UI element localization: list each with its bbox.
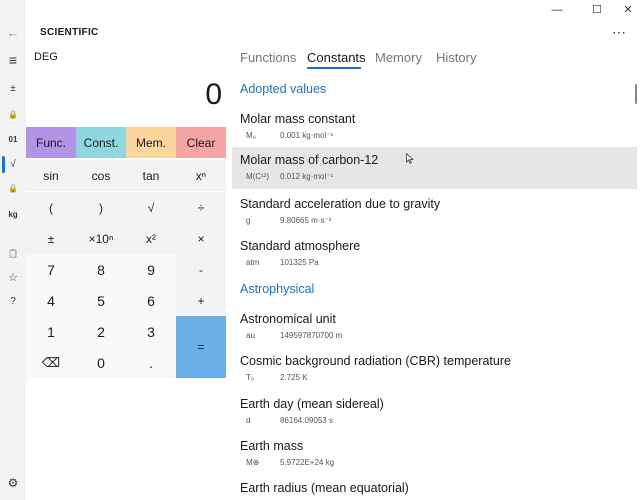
tab-history[interactable]: History — [436, 50, 476, 65]
settings-icon[interactable]: ⚙ — [0, 474, 26, 492]
constant-item[interactable]: Earth day (mean sidereal) d 86164.09053 … — [232, 394, 637, 436]
backspace-icon[interactable]: ⌫ — [26, 347, 76, 378]
constant-symbol: T₀ — [246, 373, 255, 382]
rail-sqrt[interactable]: √ — [0, 156, 26, 174]
help-icon[interactable]: ? — [0, 293, 26, 311]
digit-1-button[interactable]: 1 — [26, 316, 76, 347]
digit-4-button[interactable]: 4 — [26, 285, 76, 316]
constant-value: 149597870700 m — [280, 331, 343, 340]
close-icon[interactable]: ✕ — [616, 2, 640, 18]
result-display: 0 — [205, 78, 222, 111]
const-button[interactable]: Const. — [76, 127, 126, 158]
clipboard-icon[interactable]: 📋 — [0, 245, 26, 263]
power-button[interactable]: xⁿ — [176, 160, 226, 191]
constant-value: 5.9722E+24 kg — [280, 458, 335, 467]
hamburger-menu-icon[interactable]: ≡ — [0, 51, 26, 69]
constant-value: 0.001 kg·mol⁻¹ — [280, 131, 334, 140]
constant-name: Cosmic background radiation (CBR) temper… — [240, 354, 511, 368]
mode-title: SCIENTIFIC — [40, 27, 99, 38]
open-paren-button[interactable]: ( — [26, 192, 76, 223]
decimal-button[interactable]: . — [126, 347, 176, 378]
multiply-button[interactable]: × — [176, 223, 226, 254]
digit-6-button[interactable]: 6 — [126, 285, 176, 316]
constant-value: 86164.09053 s — [280, 416, 333, 425]
section-header: Adopted values — [240, 82, 327, 96]
digit-8-button[interactable]: 8 — [76, 254, 126, 285]
tab-constants[interactable]: Constants — [307, 50, 366, 65]
func-button[interactable]: Func. — [26, 127, 76, 158]
back-arrow-icon[interactable]: ← — [0, 24, 26, 42]
digit-5-button[interactable]: 5 — [76, 285, 126, 316]
favorite-icon[interactable]: ☆ — [0, 269, 26, 287]
rail-binary[interactable]: 01 — [0, 131, 26, 149]
maximize-icon[interactable]: ☐ — [585, 2, 609, 18]
close-paren-button[interactable]: ) — [76, 192, 126, 223]
constant-item[interactable]: Standard acceleration due to gravity g 9… — [232, 194, 637, 236]
constant-item[interactable]: Molar mass of carbon-12 M(C¹²) 0.012 kg·… — [232, 147, 637, 189]
rail-kg[interactable]: kg — [0, 206, 26, 224]
minimize-icon[interactable]: — — [545, 2, 569, 18]
sqrt-button[interactable]: √ — [126, 192, 176, 223]
digit-3-button[interactable]: 3 — [126, 316, 176, 347]
mouse-cursor-icon — [406, 153, 414, 164]
tab-memory[interactable]: Memory — [375, 50, 422, 65]
constant-name: Molar mass constant — [240, 112, 356, 126]
constant-item[interactable]: Earth radius (mean equatorial) — [232, 478, 637, 500]
negate-button[interactable]: ± — [26, 223, 76, 254]
constant-symbol: g — [246, 216, 251, 225]
constant-value: 9.80665 m·s⁻² — [280, 216, 332, 225]
constant-value: 101325 Pa — [280, 258, 319, 267]
constant-symbol: Mᵤ — [246, 131, 256, 140]
constant-name: Standard atmosphere — [240, 239, 361, 253]
constant-item[interactable]: Astronomical unit au 149597870700 m — [232, 309, 637, 351]
sin-button[interactable]: sin — [26, 160, 76, 191]
section-header: Astrophysical — [240, 282, 315, 296]
constant-name: Standard acceleration due to gravity — [240, 197, 441, 211]
square-button[interactable]: x² — [126, 223, 176, 254]
active-tab-underline — [307, 67, 361, 69]
tab-functions[interactable]: Functions — [240, 50, 296, 65]
lock-icon[interactable]: 🔒 — [0, 106, 26, 124]
constant-name: Earth radius (mean equatorial) — [240, 481, 409, 495]
constant-symbol: atm — [246, 258, 260, 267]
constant-name: Molar mass of carbon-12 — [240, 153, 379, 167]
scrollbar-thumb[interactable] — [635, 84, 637, 104]
mem-button[interactable]: Mem. — [126, 127, 176, 158]
plus-button[interactable]: + — [176, 285, 226, 316]
constant-symbol: d — [246, 416, 251, 425]
rail-plus-minus[interactable]: ± — [0, 80, 26, 98]
constant-value: 0.012 kg·mol⁻¹ — [280, 172, 334, 181]
constant-item[interactable]: Molar mass constant Mᵤ 0.001 kg·mol⁻¹ — [232, 109, 637, 151]
title-bar: — ☐ ✕ — [0, 0, 640, 20]
lock-icon[interactable]: 🔒 — [0, 180, 26, 198]
constant-item[interactable]: Earth mass M⊕ 5.9722E+24 kg — [232, 436, 637, 478]
constant-item[interactable]: Standard atmosphere atm 101325 Pa — [232, 236, 637, 278]
tan-button[interactable]: tan — [126, 160, 176, 191]
constant-symbol: au — [246, 331, 255, 340]
minus-button[interactable]: - — [176, 254, 226, 285]
more-options-icon[interactable]: ⋯ — [612, 24, 627, 41]
divide-button[interactable]: ÷ — [176, 192, 226, 223]
constant-symbol: M⊕ — [246, 458, 260, 467]
digit-9-button[interactable]: 9 — [126, 254, 176, 285]
constant-name: Earth mass — [240, 439, 304, 453]
digit-7-button[interactable]: 7 — [26, 254, 76, 285]
cos-button[interactable]: cos — [76, 160, 126, 191]
angle-mode-toggle[interactable]: DEG — [34, 51, 58, 63]
equals-button[interactable]: = — [176, 316, 226, 378]
side-rail: ← ≡ ± 🔒 01 √ 🔒 kg 📋 ☆ ? ⚙ — [0, 0, 26, 500]
constant-value: 2.725 K — [280, 373, 308, 382]
clear-button[interactable]: Clear — [176, 127, 226, 158]
times-ten-power-button[interactable]: ×10ⁿ — [76, 223, 126, 254]
constant-symbol: M(C¹²) — [246, 172, 270, 181]
digit-2-button[interactable]: 2 — [76, 316, 126, 347]
digit-0-button[interactable]: 0 — [76, 347, 126, 378]
constant-name: Earth day (mean sidereal) — [240, 397, 384, 411]
constant-name: Astronomical unit — [240, 312, 336, 326]
constant-item[interactable]: Cosmic background radiation (CBR) temper… — [232, 351, 637, 393]
